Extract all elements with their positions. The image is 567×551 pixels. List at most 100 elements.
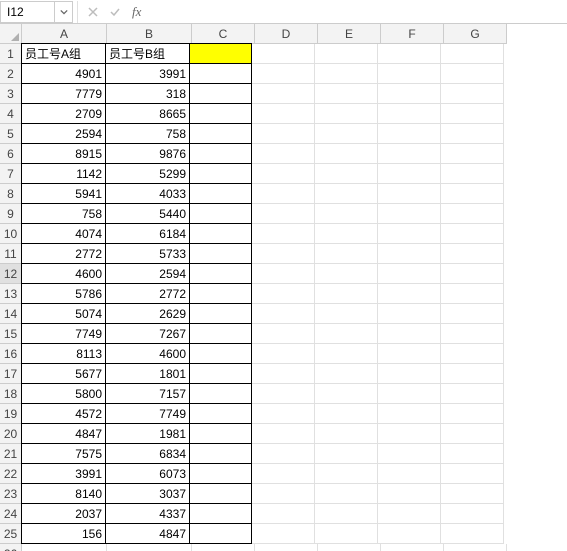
cell-B16[interactable]: 4600 bbox=[105, 343, 190, 364]
cell-E11[interactable] bbox=[315, 244, 378, 264]
cell-E1[interactable] bbox=[315, 44, 378, 64]
cell-D14[interactable] bbox=[252, 304, 315, 324]
cell-B23[interactable]: 3037 bbox=[105, 483, 190, 504]
fx-button[interactable]: fx bbox=[126, 4, 147, 20]
cell-C11[interactable] bbox=[189, 243, 252, 264]
cell-C23[interactable] bbox=[189, 483, 252, 504]
cell-D1[interactable] bbox=[252, 44, 315, 64]
cell-C6[interactable] bbox=[189, 143, 252, 164]
cell-A8[interactable]: 5941 bbox=[21, 183, 106, 204]
cell-F23[interactable] bbox=[378, 484, 441, 504]
column-header-B[interactable]: B bbox=[107, 24, 192, 44]
cell-G8[interactable] bbox=[441, 184, 504, 204]
cell-G6[interactable] bbox=[441, 144, 504, 164]
row-header-13[interactable]: 13 bbox=[0, 284, 22, 304]
cell-F26[interactable] bbox=[381, 544, 444, 551]
cell-G26[interactable] bbox=[444, 544, 507, 551]
column-header-F[interactable]: F bbox=[381, 24, 444, 44]
cell-C25[interactable] bbox=[189, 523, 252, 544]
cell-F24[interactable] bbox=[378, 504, 441, 524]
cell-F7[interactable] bbox=[378, 164, 441, 184]
cell-C19[interactable] bbox=[189, 403, 252, 424]
cell-B14[interactable]: 2629 bbox=[105, 303, 190, 324]
cell-E22[interactable] bbox=[315, 464, 378, 484]
cell-F4[interactable] bbox=[378, 104, 441, 124]
cell-A2[interactable]: 4901 bbox=[21, 63, 106, 84]
cell-G15[interactable] bbox=[441, 324, 504, 344]
cell-A5[interactable]: 2594 bbox=[21, 123, 106, 144]
cell-G9[interactable] bbox=[441, 204, 504, 224]
row-header-26[interactable]: 26 bbox=[0, 544, 22, 551]
row-header-19[interactable]: 19 bbox=[0, 404, 22, 424]
cell-A18[interactable]: 5800 bbox=[21, 383, 106, 404]
cell-D19[interactable] bbox=[252, 404, 315, 424]
cell-G5[interactable] bbox=[441, 124, 504, 144]
cell-D23[interactable] bbox=[252, 484, 315, 504]
cell-C21[interactable] bbox=[189, 443, 252, 464]
cell-D25[interactable] bbox=[252, 524, 315, 544]
cell-B13[interactable]: 2772 bbox=[105, 283, 190, 304]
cell-G19[interactable] bbox=[441, 404, 504, 424]
row-header-20[interactable]: 20 bbox=[0, 424, 22, 444]
cell-B25[interactable]: 4847 bbox=[105, 523, 190, 544]
cell-A15[interactable]: 7749 bbox=[21, 323, 106, 344]
cell-C14[interactable] bbox=[189, 303, 252, 324]
row-header-10[interactable]: 10 bbox=[0, 224, 22, 244]
cell-D21[interactable] bbox=[252, 444, 315, 464]
cell-G4[interactable] bbox=[441, 104, 504, 124]
cell-C20[interactable] bbox=[189, 423, 252, 444]
cell-C10[interactable] bbox=[189, 223, 252, 244]
cell-A10[interactable]: 4074 bbox=[21, 223, 106, 244]
cell-B12[interactable]: 2594 bbox=[105, 263, 190, 284]
cell-E21[interactable] bbox=[315, 444, 378, 464]
cell-B2[interactable]: 3991 bbox=[105, 63, 190, 84]
cell-D10[interactable] bbox=[252, 224, 315, 244]
cell-B19[interactable]: 7749 bbox=[105, 403, 190, 424]
row-header-15[interactable]: 15 bbox=[0, 324, 22, 344]
cell-D17[interactable] bbox=[252, 364, 315, 384]
cell-C13[interactable] bbox=[189, 283, 252, 304]
cell-A22[interactable]: 3991 bbox=[21, 463, 106, 484]
cell-B18[interactable]: 7157 bbox=[105, 383, 190, 404]
cell-G10[interactable] bbox=[441, 224, 504, 244]
cell-C2[interactable] bbox=[189, 63, 252, 84]
cell-A12[interactable]: 4600 bbox=[21, 263, 106, 284]
cell-F19[interactable] bbox=[378, 404, 441, 424]
cell-E26[interactable] bbox=[318, 544, 381, 551]
row-header-9[interactable]: 9 bbox=[0, 204, 22, 224]
row-header-8[interactable]: 8 bbox=[0, 184, 22, 204]
cell-A17[interactable]: 5677 bbox=[21, 363, 106, 384]
cell-A19[interactable]: 4572 bbox=[21, 403, 106, 424]
cell-G3[interactable] bbox=[441, 84, 504, 104]
column-header-E[interactable]: E bbox=[318, 24, 381, 44]
row-header-18[interactable]: 18 bbox=[0, 384, 22, 404]
cell-G11[interactable] bbox=[441, 244, 504, 264]
cell-D12[interactable] bbox=[252, 264, 315, 284]
cell-E6[interactable] bbox=[315, 144, 378, 164]
row-header-3[interactable]: 3 bbox=[0, 84, 22, 104]
cell-A25[interactable]: 156 bbox=[21, 523, 106, 544]
cell-E13[interactable] bbox=[315, 284, 378, 304]
cell-A4[interactable]: 2709 bbox=[21, 103, 106, 124]
cell-A20[interactable]: 4847 bbox=[21, 423, 106, 444]
cell-F17[interactable] bbox=[378, 364, 441, 384]
cell-E9[interactable] bbox=[315, 204, 378, 224]
cell-C16[interactable] bbox=[189, 343, 252, 364]
row-header-17[interactable]: 17 bbox=[0, 364, 22, 384]
cell-C17[interactable] bbox=[189, 363, 252, 384]
name-box-dropdown[interactable] bbox=[55, 1, 73, 23]
row-header-4[interactable]: 4 bbox=[0, 104, 22, 124]
enter-button[interactable] bbox=[104, 1, 126, 23]
cell-A21[interactable]: 7575 bbox=[21, 443, 106, 464]
select-all-corner[interactable] bbox=[0, 24, 22, 44]
cell-B24[interactable]: 4337 bbox=[105, 503, 190, 524]
cell-G24[interactable] bbox=[441, 504, 504, 524]
cell-A14[interactable]: 5074 bbox=[21, 303, 106, 324]
cell-B20[interactable]: 1981 bbox=[105, 423, 190, 444]
cell-G13[interactable] bbox=[441, 284, 504, 304]
cell-D15[interactable] bbox=[252, 324, 315, 344]
cell-C9[interactable] bbox=[189, 203, 252, 224]
name-box[interactable]: I12 bbox=[0, 1, 55, 23]
row-header-1[interactable]: 1 bbox=[0, 44, 22, 64]
cell-B17[interactable]: 1801 bbox=[105, 363, 190, 384]
